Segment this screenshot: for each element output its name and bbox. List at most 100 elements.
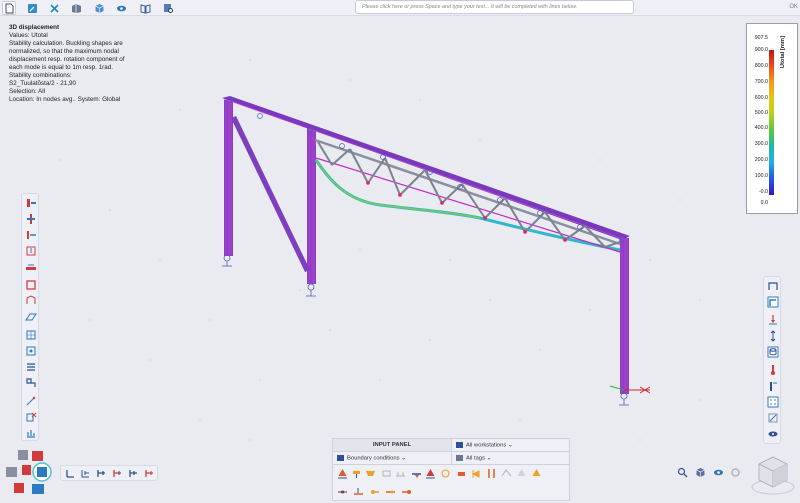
surface-support-icon[interactable] xyxy=(501,468,512,479)
navigation-tools xyxy=(673,464,743,482)
model-icon[interactable] xyxy=(69,1,83,15)
legend-label: 100.0 xyxy=(754,173,768,179)
boundary-dropdown[interactable]: Boundary conditions ⌄ xyxy=(333,452,452,465)
fixed-support-icon[interactable] xyxy=(337,468,348,479)
settlement-icon[interactable] xyxy=(531,468,542,479)
clip-icon[interactable] xyxy=(767,412,779,424)
workstations-label: All workstations xyxy=(466,442,507,449)
plate-icon[interactable] xyxy=(25,311,37,323)
wire-icon xyxy=(32,484,44,494)
gray-cube-icon xyxy=(6,467,17,477)
grid-icon[interactable] xyxy=(25,329,37,341)
chart-icon[interactable] xyxy=(25,427,37,439)
book-icon[interactable] xyxy=(138,1,152,15)
connection-icon[interactable] xyxy=(25,377,37,389)
end-release-icon[interactable] xyxy=(401,486,412,497)
box-view-icon xyxy=(18,450,28,460)
link-tools-row xyxy=(334,485,418,499)
tags-label: All tags xyxy=(466,455,486,462)
workstations-dropdown[interactable]: All workstations ⌄ xyxy=(452,439,570,452)
grid-snap-icon[interactable] xyxy=(767,396,779,408)
node-icon[interactable] xyxy=(25,345,37,357)
support-icon[interactable] xyxy=(25,229,37,241)
color-legend: 907.5 900.0 800.0 700.0 600.0 500.0 400.… xyxy=(746,23,798,214)
legend-label: 0.0 xyxy=(760,200,768,206)
delete-icon[interactable] xyxy=(25,411,37,423)
layers-icon[interactable] xyxy=(767,346,779,358)
pile-icon[interactable] xyxy=(486,468,497,479)
input-panel: INPUT PANEL All workstations ⌄ Boundary … xyxy=(332,438,570,501)
view-toolbar xyxy=(60,465,158,481)
beam-hinge-icon[interactable] xyxy=(385,486,396,497)
red-box-icon xyxy=(32,451,43,461)
section-icon[interactable] xyxy=(25,294,37,306)
red-axis-icon[interactable] xyxy=(112,468,123,479)
beam-view-icon[interactable] xyxy=(96,468,107,479)
boundary-icon xyxy=(337,455,344,461)
dimension-arrow-icon[interactable] xyxy=(767,330,779,342)
main-toolbar: Please click here or press Space and typ… xyxy=(0,0,800,16)
slab-icon[interactable] xyxy=(25,261,37,273)
edit-icon[interactable] xyxy=(25,1,39,15)
rotation-support-icon[interactable] xyxy=(440,468,451,479)
chevron-down-icon: ⌄ xyxy=(486,455,492,462)
render-icon xyxy=(14,483,24,493)
rigid-link-icon[interactable] xyxy=(337,486,348,497)
measure-icon[interactable] xyxy=(25,395,37,407)
pipe-icon[interactable] xyxy=(767,296,779,308)
search-doc-icon[interactable] xyxy=(161,1,175,15)
eye-icon[interactable] xyxy=(114,1,128,15)
thermometer-icon[interactable] xyxy=(767,364,779,376)
column-select-icon[interactable] xyxy=(767,380,779,392)
hinge-icon[interactable] xyxy=(425,468,436,479)
tools-icon[interactable] xyxy=(47,1,61,15)
result-view-icon[interactable] xyxy=(144,468,155,479)
flex-link-icon[interactable] xyxy=(353,486,364,497)
hinge-link-icon[interactable] xyxy=(369,486,380,497)
legend-label: 300.0 xyxy=(754,141,768,147)
hinge-alt-icon[interactable] xyxy=(456,468,467,479)
ok-label[interactable]: OK xyxy=(789,4,798,10)
boundary-label: Boundary conditions xyxy=(347,455,400,462)
spring-support-icon[interactable] xyxy=(381,468,392,479)
legend-label: 700.0 xyxy=(754,79,768,85)
beam-support-icon[interactable] xyxy=(411,468,422,479)
frame-icon[interactable] xyxy=(767,280,779,292)
new-document-icon[interactable] xyxy=(2,1,16,15)
input-panel-title: INPUT PANEL xyxy=(333,439,452,452)
line-support-icon[interactable] xyxy=(395,468,406,479)
right-toolbar xyxy=(763,276,781,444)
boundary-tools-row xyxy=(334,467,570,481)
model-viewport[interactable] xyxy=(0,16,800,503)
roller-support-icon[interactable] xyxy=(365,468,376,479)
wall-icon[interactable] xyxy=(25,279,37,291)
edge-support-icon[interactable] xyxy=(470,468,481,479)
tag-icon xyxy=(456,455,463,461)
settings-icon[interactable] xyxy=(730,467,741,478)
beam-icon[interactable] xyxy=(25,197,37,209)
member-view-icon[interactable] xyxy=(128,468,139,479)
zoom-icon[interactable] xyxy=(677,467,688,478)
legend-label: -0.0 xyxy=(758,189,768,195)
view-icon[interactable] xyxy=(713,467,724,478)
tags-dropdown[interactable]: All tags ⌄ xyxy=(452,452,570,465)
cube-icon[interactable] xyxy=(92,1,106,15)
command-input[interactable]: Please click here or press Space and typ… xyxy=(355,0,634,14)
legend-unit: Utotal [mm] xyxy=(780,36,786,69)
load-icon[interactable] xyxy=(25,245,37,257)
axis-x-icon[interactable] xyxy=(65,468,76,479)
dimension-icon[interactable] xyxy=(25,361,37,373)
eye-view-icon[interactable] xyxy=(767,428,779,440)
navigation-cube[interactable] xyxy=(748,449,798,499)
nonlinear-support-icon[interactable] xyxy=(516,468,527,479)
grid-view-icon[interactable] xyxy=(80,468,91,479)
left-toolbar xyxy=(21,193,39,441)
legend-label: 900.0 xyxy=(754,47,768,53)
workstation-icon xyxy=(456,442,463,448)
point-load-icon[interactable] xyxy=(767,314,779,326)
column-icon[interactable] xyxy=(25,213,37,225)
legend-label: 400.0 xyxy=(754,125,768,131)
pinned-support-icon[interactable] xyxy=(351,468,362,479)
orbit-icon[interactable] xyxy=(695,467,706,478)
legend-label: 907.5 xyxy=(754,35,768,41)
